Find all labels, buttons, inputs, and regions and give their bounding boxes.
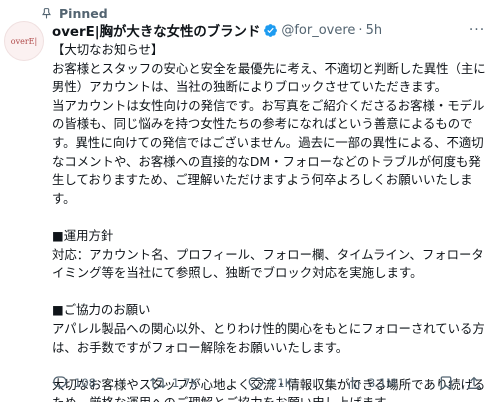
tweet-paragraph-request: ■ご協力のお願い アパレル製品への関心以外、とりわけ性的関心をもとにフォローされ… <box>52 302 485 355</box>
more-options-button[interactable]: ··· <box>466 20 488 40</box>
pin-icon <box>42 7 51 19</box>
heart-icon <box>248 377 264 390</box>
tweet-paragraph-notice: 【大切なお知らせ】 お客様とスタッフの安心と安全を最優先に考え、不適切と判断した… <box>52 42 486 206</box>
like-button[interactable]: 21K <box>248 375 292 391</box>
avatar[interactable]: overE| <box>4 21 44 61</box>
reply-icon <box>53 376 67 390</box>
author-display-name[interactable]: overE|胸が大きな女性のブランド <box>52 20 260 40</box>
verified-badge-icon[interactable] <box>263 23 278 38</box>
pinned-label: Pinned <box>59 5 108 21</box>
header-separator: · <box>358 22 363 38</box>
reply-count: 108 <box>74 376 96 390</box>
tweet-paragraph-policy: ■運用方針 対応：アカウント名、プロフィール、フォロー欄、タイムライン、フォロー… <box>52 227 484 281</box>
retweet-button[interactable]: 1.7K <box>150 375 198 391</box>
tweet-text: 【大切なお知らせ】 お客様とスタッフの安心と安全を最優先に考え、不適切と判断した… <box>52 41 486 402</box>
tweet-actions: 108 1.7K 21K 3.1M <box>52 372 488 394</box>
views-button[interactable]: 3.1M <box>346 375 396 391</box>
bookmark-icon <box>440 376 452 391</box>
more-dots-icon: ··· <box>468 22 486 38</box>
tweet-timestamp[interactable]: 5h <box>366 23 383 38</box>
tweet-header: overE|胸が大きな女性のブランド @for_overe · 5h <box>52 20 484 41</box>
share-icon <box>468 376 480 389</box>
retweet-count: 1.7K <box>172 376 198 390</box>
avatar-logo-text: overE| <box>10 36 38 46</box>
analytics-icon <box>348 377 360 389</box>
like-count: 21K <box>270 376 293 390</box>
retweet-icon <box>150 377 166 389</box>
bookmark-button[interactable] <box>438 375 454 391</box>
author-handle[interactable]: @for_overe <box>281 23 355 38</box>
view-count: 3.1M <box>368 376 397 390</box>
reply-button[interactable]: 108 <box>52 375 96 391</box>
share-button[interactable] <box>466 375 482 391</box>
